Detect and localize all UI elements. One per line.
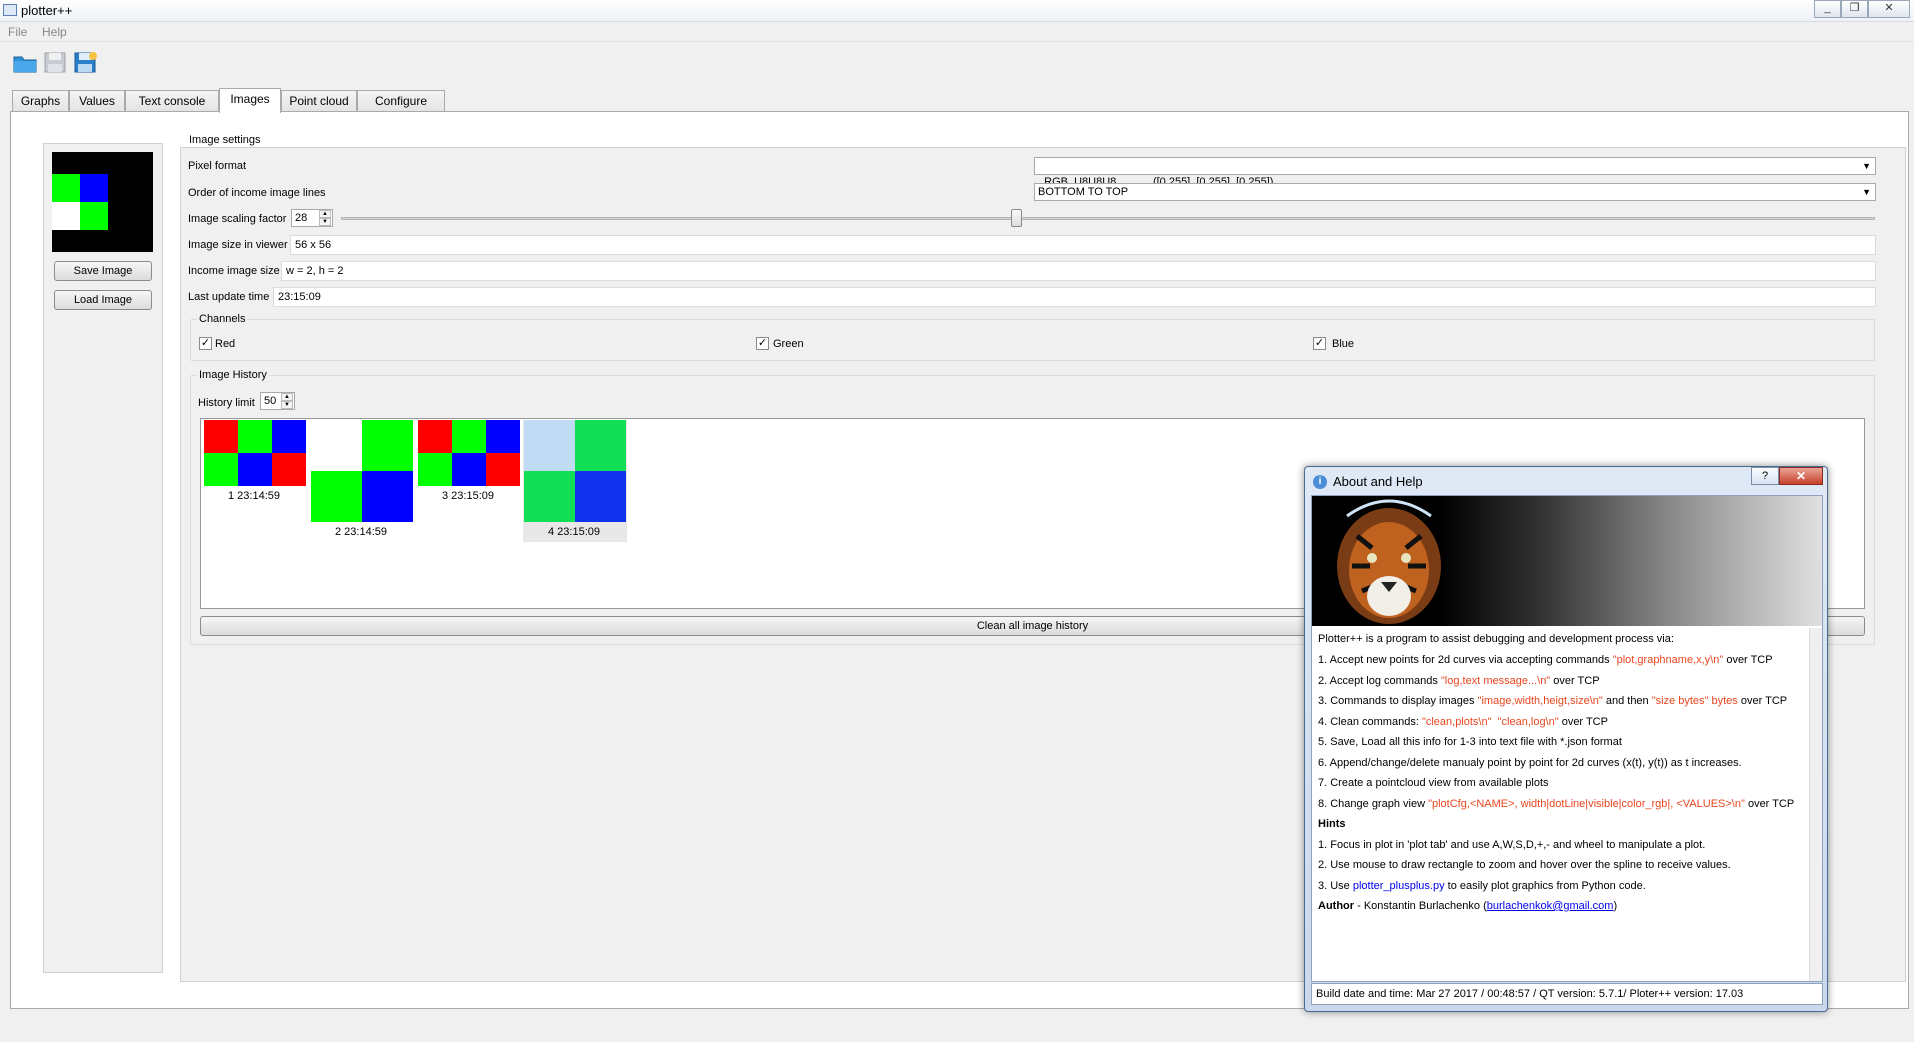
hints-title: Hints [1318, 818, 1346, 830]
help-button[interactable]: ? [1751, 467, 1779, 485]
income-size-label: Income image size [188, 265, 280, 277]
history-limit-label: History limit [198, 397, 255, 409]
channels-title: Channels [197, 313, 248, 325]
preview-pixel-blue [80, 174, 108, 202]
author-email-link[interactable]: burlachenkok@gmail.com [1487, 900, 1614, 912]
image-preview [52, 152, 153, 252]
author-line: Author - Konstantin Burlachenko (burlach… [1318, 900, 1618, 912]
about-line-8: 8. Change graph view "plotCfg,<NAME>, wi… [1318, 798, 1795, 810]
about-intro: Plotter++ is a program to assist debuggi… [1318, 633, 1674, 645]
save-as-icon[interactable] [72, 50, 98, 74]
income-size-field: w = 2, h = 2 [281, 261, 1876, 281]
python-script-link[interactable]: plotter_plusplus.py [1353, 880, 1445, 892]
green-checkbox[interactable]: ✓ [756, 337, 769, 350]
about-line-2: 2. Accept log commands "log,text message… [1318, 675, 1600, 687]
about-text-area[interactable]: Plotter++ is a program to assist debuggi… [1311, 495, 1823, 982]
tab-values[interactable]: Values [69, 90, 125, 112]
blue-checkbox[interactable]: ✓ [1313, 337, 1326, 350]
red-label: Red [215, 338, 236, 350]
order-lines-select[interactable]: BOTTOM TO TOP ▼ [1034, 183, 1876, 201]
size-in-viewer-field: 56 x 56 [290, 235, 1876, 255]
scaling-slider-handle[interactable] [1010, 209, 1022, 227]
toolbar [0, 42, 1914, 78]
history-item-caption: 1 23:14:59 [228, 490, 280, 502]
order-lines-value: BOTTOM TO TOP [1038, 186, 1129, 198]
about-scrollbar[interactable] [1809, 628, 1822, 981]
open-folder-icon[interactable] [12, 50, 38, 74]
history-item-caption: 3 23:15:09 [442, 490, 494, 502]
hint-1: 1. Focus in plot in 'plot tab' and use A… [1318, 839, 1706, 851]
about-line-5: 5. Save, Load all this info for 1-3 into… [1318, 736, 1622, 748]
hint-3: 3. Use plotter_plusplus.py to easily plo… [1318, 880, 1646, 892]
scaling-factor-spinbox[interactable]: 28 ▲ ▼ [291, 209, 333, 227]
window-title: plotter++ [21, 3, 73, 18]
tab-text-console[interactable]: Text console [125, 90, 219, 112]
history-limit-value: 50 [264, 395, 277, 407]
red-checkbox[interactable]: ✓ [199, 337, 212, 350]
menu-help[interactable]: Help [42, 25, 67, 39]
hint-2: 2. Use mouse to draw rectangle to zoom a… [1318, 859, 1731, 871]
history-item[interactable]: 3 23:15:09 [418, 420, 520, 510]
menu-bar: File Help [0, 22, 1914, 42]
close-dialog-button[interactable]: ✕ [1779, 467, 1823, 485]
spin-down-icon[interactable]: ▼ [319, 218, 331, 226]
image-settings-title: Image settings [187, 134, 263, 146]
about-line-6: 6. Append/change/delete manualy point by… [1318, 757, 1742, 769]
spin-down-icon[interactable]: ▼ [281, 401, 293, 409]
maximize-button[interactable]: ❐ [1841, 0, 1868, 18]
about-line-3: 3. Commands to display images "image,wid… [1318, 695, 1788, 707]
order-lines-label: Order of income image lines [188, 187, 326, 199]
last-update-label: Last update time [188, 291, 270, 303]
minimize-button[interactable]: _ [1814, 0, 1841, 18]
tab-point-cloud[interactable]: Point cloud [281, 90, 357, 112]
preview-pixel-white [52, 202, 80, 230]
menu-file[interactable]: File [8, 25, 27, 39]
scaling-slider-track[interactable] [341, 217, 1875, 220]
about-line-1: 1. Accept new points for 2d curves via a… [1318, 654, 1773, 666]
spin-up-icon[interactable]: ▲ [281, 393, 293, 401]
preview-pixel-green-2 [80, 202, 108, 230]
scaling-factor-value: 28 [295, 212, 308, 224]
tab-images[interactable]: Images [219, 88, 281, 113]
preview-pixel-green [52, 174, 80, 202]
save-icon[interactable] [42, 50, 68, 74]
pixel-format-select[interactable]: RGB_U8U8U8 ([0,255], [0,255], [0,255]) ▼ [1034, 157, 1876, 188]
info-icon: i [1313, 475, 1327, 489]
history-item-caption: 4 23:15:09 [548, 526, 600, 538]
spin-up-icon[interactable]: ▲ [319, 210, 331, 218]
pixel-format-label: Pixel format [188, 160, 247, 172]
history-item[interactable]: 1 23:14:59 [204, 420, 306, 510]
history-item[interactable]: 2 23:14:59 [311, 420, 413, 540]
blue-label: Blue [1332, 338, 1355, 350]
last-update-field: 23:15:09 [273, 287, 1876, 307]
close-window-button[interactable]: ✕ [1868, 0, 1910, 18]
about-line-4: 4. Clean commands: "clean,plots\n" "clea… [1318, 716, 1608, 728]
size-in-viewer-label: Image size in viewer [188, 239, 288, 251]
history-limit-spinbox[interactable]: 50 ▲ ▼ [260, 392, 295, 410]
app-icon [3, 4, 17, 16]
load-image-button[interactable]: Load Image [54, 290, 152, 310]
tiger-banner-image [1312, 496, 1822, 626]
about-dialog: i About and Help ? ✕ Plotter++ is a prog… [1304, 466, 1828, 1012]
save-image-button[interactable]: Save Image [54, 261, 152, 281]
image-history-title: Image History [197, 369, 269, 381]
about-line-7: 7. Create a pointcloud view from availab… [1318, 777, 1549, 789]
tab-graphs[interactable]: Graphs [12, 90, 69, 112]
chevron-down-icon: ▼ [1862, 187, 1871, 197]
history-item-selected[interactable]: 4 23:15:09 [523, 420, 627, 542]
about-dialog-title: About and Help [1333, 474, 1423, 489]
tab-configure[interactable]: Configure [357, 90, 445, 112]
history-item-caption: 2 23:14:59 [335, 526, 387, 538]
chevron-down-icon: ▼ [1862, 161, 1871, 171]
scaling-factor-label: Image scaling factor [188, 213, 287, 225]
build-info-field: Build date and time: Mar 27 2017 / 00:48… [1311, 983, 1823, 1005]
title-bar: plotter++ _ ❐ ✕ [0, 0, 1914, 22]
channels-group [190, 319, 1875, 361]
green-label: Green [773, 338, 804, 350]
